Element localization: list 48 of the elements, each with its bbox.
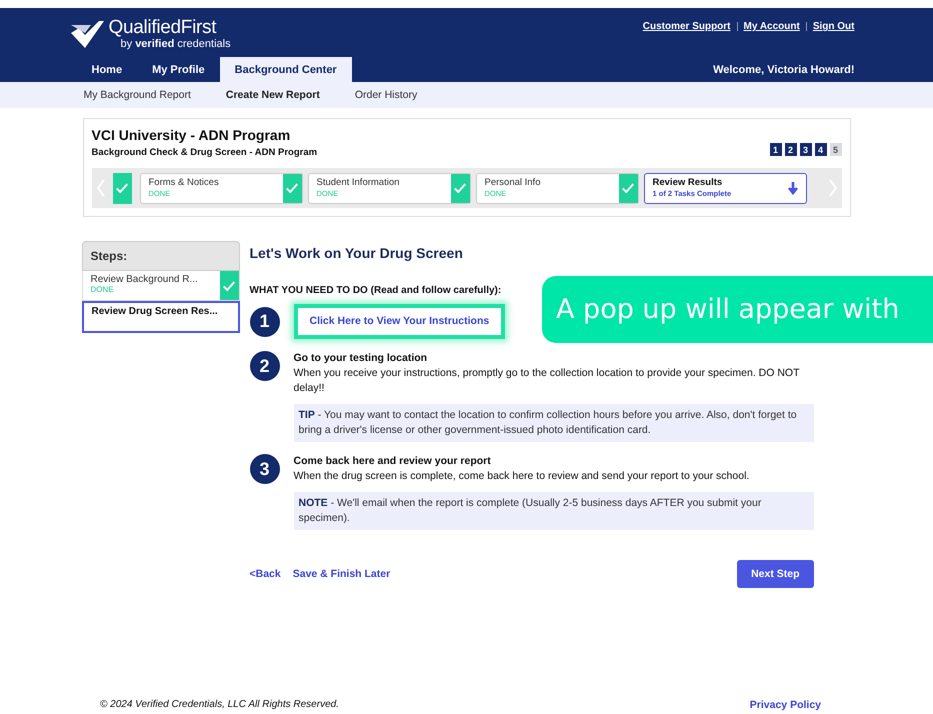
step-label: Review Drug Screen Res...: [92, 306, 219, 317]
card-title: Student Information: [316, 176, 400, 188]
page-number[interactable]: 2: [784, 143, 796, 156]
instructions-link[interactable]: Click Here to View Your Instructions: [294, 304, 506, 339]
header-link[interactable]: My Account: [744, 21, 800, 56]
page-number[interactable]: 5: [830, 143, 842, 156]
tip-note: TIP - You may want to contact the location to confirm collection hours before you arrive. Also, don't forget to bring a driver's license or other government-issued photo identification card.: [294, 404, 814, 442]
brand-tagline: by verified credentials: [120, 38, 231, 50]
step-item[interactable]: Review Background R... DONE: [82, 271, 240, 301]
nav-tab[interactable]: My Profile: [137, 57, 220, 82]
step-label: Review Background R...: [90, 274, 199, 285]
program-title: VCI University - ADN Program: [92, 127, 292, 143]
page-number[interactable]: 4: [814, 143, 826, 156]
card-title: Personal Info: [484, 176, 542, 188]
checkmark-logo-icon: [68, 19, 104, 49]
header-link[interactable]: Customer Support: [642, 21, 731, 56]
next-step-button[interactable]: Next Step: [737, 560, 814, 588]
step-item[interactable]: Review Drug Screen Res...: [82, 301, 240, 333]
task-description: When the drug screen is complete, come back here to review and send your report to your school.: [294, 469, 750, 484]
save-later-link[interactable]: Save & Finish Later: [292, 568, 390, 580]
welcome-text: Welcome, Victoria Howard!: [713, 64, 854, 78]
step-number: 3: [250, 454, 280, 484]
subnav-link[interactable]: Create New Report: [218, 89, 320, 101]
step-number: 1: [250, 306, 280, 336]
task-title: Come back here and review your report: [294, 454, 492, 469]
step-number: 2: [250, 351, 280, 381]
task-title: Go to your testing location: [294, 351, 428, 366]
back-link[interactable]: <Back: [250, 568, 281, 580]
steps-header: Steps:: [82, 241, 240, 271]
instructions-intro: WHAT YOU NEED TO DO (Read and follow carefully):: [250, 285, 502, 296]
nav-tab[interactable]: Background Center: [220, 57, 352, 82]
subnav-link[interactable]: Order History: [348, 89, 418, 101]
copyright-text: © 2024 Verified Credentials, LLC All Rights Reserved.: [100, 699, 339, 711]
tutorial-callout: A pop up will appear with: [542, 276, 933, 343]
page-number[interactable]: 1: [770, 143, 782, 156]
page-heading: Let's Work on Your Drug Screen: [250, 245, 464, 261]
page-number[interactable]: 3: [800, 143, 812, 156]
nav-tab[interactable]: Home: [76, 57, 138, 82]
subnav-link[interactable]: My Background Report: [76, 89, 191, 101]
brand-name: QualifiedFirst: [108, 18, 218, 38]
card-title: Review Results: [652, 176, 724, 188]
program-subtitle: Background Check & Drug Screen - ADN Program: [92, 147, 318, 158]
header-link[interactable]: Sign Out: [812, 21, 854, 56]
card-title: Forms & Notices: [148, 176, 220, 188]
tip-note: NOTE - We'll email when the report is complete (Usually 2-5 business days AFTER you submit your specimen).: [294, 492, 814, 530]
privacy-policy-link[interactable]: Privacy Policy: [750, 699, 821, 711]
step-status: DONE: [90, 285, 115, 294]
task-description: When you receive your instructions, promptly go to the collection location to provide your specimen. DO NOT delay!!: [294, 366, 800, 396]
